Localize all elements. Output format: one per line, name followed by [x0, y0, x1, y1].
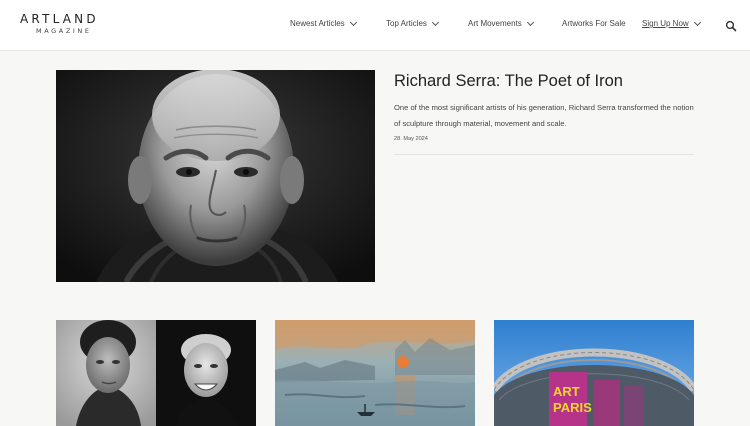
- logo-wordmark: ARTLAND: [20, 12, 99, 26]
- nav-artworks-for-sale[interactable]: Artworks For Sale: [562, 19, 626, 28]
- nav-art-movements[interactable]: Art Movements: [468, 18, 534, 28]
- nav-label: Newest Articles: [290, 19, 345, 28]
- divider: [394, 154, 694, 155]
- article-card-image-1[interactable]: [56, 320, 256, 426]
- hero-portrait-image[interactable]: [56, 70, 375, 282]
- search-icon[interactable]: [725, 19, 737, 32]
- chevron-down-icon: [526, 18, 534, 26]
- hero-description: One of the most significant artists of h…: [394, 103, 694, 128]
- hero-title[interactable]: Richard Serra: The Poet of Iron: [394, 72, 623, 91]
- nav-label: Art Movements: [468, 19, 522, 28]
- art-paris-sign-line2: PARIS: [553, 400, 592, 415]
- nav-label: Artworks For Sale: [562, 19, 626, 28]
- art-paris-sign-line1: ART: [553, 384, 580, 399]
- site-logo[interactable]: ARTLAND MAGAZINE: [20, 12, 120, 36]
- hero-date: 28. May 2024: [394, 136, 428, 142]
- nav-top-articles[interactable]: Top Articles: [386, 18, 439, 28]
- nav-label: Sign Up Now: [642, 19, 689, 28]
- site-header: ARTLAND MAGAZINE Newest Articles Top Art…: [0, 0, 750, 51]
- chevron-down-icon: [693, 18, 701, 26]
- article-card-image-3[interactable]: ART PARIS: [494, 320, 694, 426]
- logo-subtitle: MAGAZINE: [36, 27, 92, 35]
- nav-label: Top Articles: [386, 19, 427, 28]
- chevron-down-icon: [349, 18, 357, 26]
- article-card-image-2[interactable]: [275, 320, 475, 426]
- nav-newest-articles[interactable]: Newest Articles: [290, 18, 357, 28]
- chevron-down-icon: [431, 18, 439, 26]
- nav-sign-up-now[interactable]: Sign Up Now: [642, 18, 701, 28]
